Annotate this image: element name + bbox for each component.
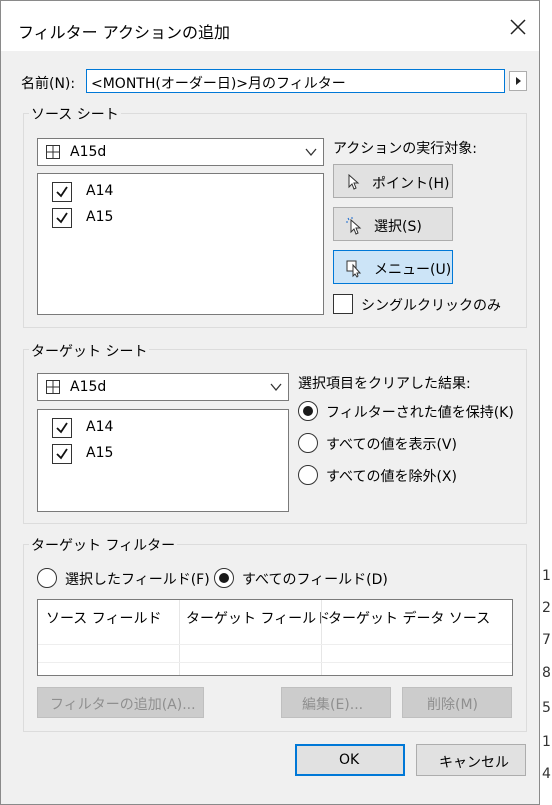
add-filter-button[interactable]: フィルターの追加(A)... — [37, 687, 204, 718]
row-divider — [38, 662, 512, 663]
title-bar: フィルター アクションの追加 — [1, 1, 539, 51]
background-window-edge: 1 2 7 8 5 1 4 — [540, 0, 552, 805]
checkbox[interactable] — [333, 294, 353, 314]
background-glyph: 4 — [542, 766, 551, 782]
show-all-radio[interactable] — [298, 433, 318, 453]
selected-fields-label: 選択したフィールド(F) — [65, 572, 210, 588]
background-glyph: 2 — [542, 600, 551, 616]
cancel-button-label: キャンセル — [439, 755, 509, 771]
column-divider — [179, 600, 180, 675]
row-divider — [38, 644, 512, 645]
name-input-value: <MONTH(オーダー日)>月のフィルター — [91, 76, 346, 92]
show-all-label: すべての値を表示(V) — [326, 437, 457, 453]
checkbox[interactable] — [52, 444, 72, 464]
checkbox[interactable] — [52, 418, 72, 438]
column-divider — [321, 600, 322, 675]
background-glyph: 8 — [542, 665, 551, 681]
triangle-right-icon — [516, 77, 521, 85]
target-sheets-label: ターゲット シート — [29, 341, 150, 361]
select-button-label: 選択(S) — [374, 219, 422, 235]
filter-action-dialog: フィルター アクションの追加 名前(N): <MONTH(オーダー日)>月のフィ… — [0, 0, 540, 805]
name-label: 名前(N): — [21, 76, 76, 92]
menu-pointer-icon — [346, 260, 362, 278]
ok-button-label: OK — [339, 752, 360, 768]
all-fields-radio[interactable] — [214, 568, 234, 588]
datasource-grid-icon — [46, 145, 60, 159]
checkmark-icon — [56, 448, 68, 460]
field-mapping-table: ソース フィールド ターゲット フィールド ターゲット データ ソース — [37, 599, 513, 676]
single-click-label: シングルクリックのみ — [361, 298, 501, 314]
radio-selected-dot — [303, 406, 313, 416]
source-sheet-label: A14 — [86, 183, 114, 199]
background-glyph: 1 — [542, 734, 551, 750]
ok-button[interactable]: OK — [295, 744, 405, 776]
checkbox[interactable] — [52, 208, 72, 228]
column-header: ターゲット フィールド — [186, 611, 331, 627]
delete-button-label: 削除(M) — [427, 697, 479, 713]
background-glyph: 5 — [542, 700, 551, 716]
pointer-click-icon — [346, 217, 362, 235]
datasource-grid-icon — [46, 380, 60, 394]
chevron-down-icon — [270, 383, 282, 392]
chevron-down-icon — [305, 148, 317, 157]
background-glyph: 1 — [542, 568, 551, 584]
target-sheet-list: A14 A15 — [37, 409, 289, 512]
close-icon — [510, 19, 526, 35]
dialog-title: フィルター アクションの追加 — [18, 23, 230, 42]
target-sheet-label: A14 — [86, 419, 114, 435]
checkbox[interactable] — [52, 182, 72, 202]
menu-button-label: メニュー(U) — [374, 262, 452, 278]
close-button[interactable] — [506, 15, 530, 39]
radio-selected-dot — [219, 573, 229, 583]
background-glyph: 7 — [542, 632, 551, 648]
edit-button-label: 編集(E)... — [302, 697, 364, 713]
source-sheet-label: A15 — [86, 209, 114, 225]
hover-button[interactable]: ポイント(H) — [333, 164, 453, 198]
target-sheet-label: A15 — [86, 445, 114, 461]
column-header: ソース フィールド — [46, 611, 162, 627]
all-fields-label: すべてのフィールド(D) — [242, 572, 388, 588]
source-sheet-list: A14 A15 — [37, 173, 324, 315]
run-action-on-label: アクションの実行対象: — [333, 141, 478, 157]
checkmark-icon — [56, 212, 68, 224]
exclude-all-label: すべての値を除外(X) — [326, 469, 457, 485]
keep-filtered-radio[interactable] — [298, 401, 318, 421]
insert-field-button[interactable] — [509, 71, 527, 91]
delete-button[interactable]: 削除(M) — [402, 687, 512, 718]
source-sheet-combo[interactable]: A15d — [37, 138, 324, 166]
clear-selection-label: 選択項目をクリアした結果: — [298, 376, 471, 392]
exclude-all-radio[interactable] — [298, 465, 318, 485]
source-sheets-label: ソース シート — [29, 104, 121, 124]
keep-filtered-label: フィルターされた値を保持(K) — [326, 405, 514, 421]
pointer-icon — [348, 174, 360, 190]
hover-button-label: ポイント(H) — [372, 176, 450, 192]
column-header: ターゲット データ ソース — [328, 611, 491, 627]
edit-button[interactable]: 編集(E)... — [281, 687, 391, 718]
target-sheet-combo-value: A15d — [70, 379, 107, 395]
target-sheet-combo[interactable]: A15d — [37, 373, 289, 401]
selected-fields-radio[interactable] — [37, 568, 57, 588]
name-input[interactable]: <MONTH(オーダー日)>月のフィルター — [86, 69, 505, 93]
source-sheet-combo-value: A15d — [70, 144, 107, 160]
checkmark-icon — [56, 422, 68, 434]
checkmark-icon — [56, 186, 68, 198]
menu-button[interactable]: メニュー(U) — [333, 250, 453, 284]
select-button[interactable]: 選択(S) — [333, 207, 453, 241]
cancel-button[interactable]: キャンセル — [416, 744, 526, 776]
target-filters-label: ターゲット フィルター — [29, 535, 178, 555]
add-filter-button-label: フィルターの追加(A)... — [50, 697, 196, 713]
